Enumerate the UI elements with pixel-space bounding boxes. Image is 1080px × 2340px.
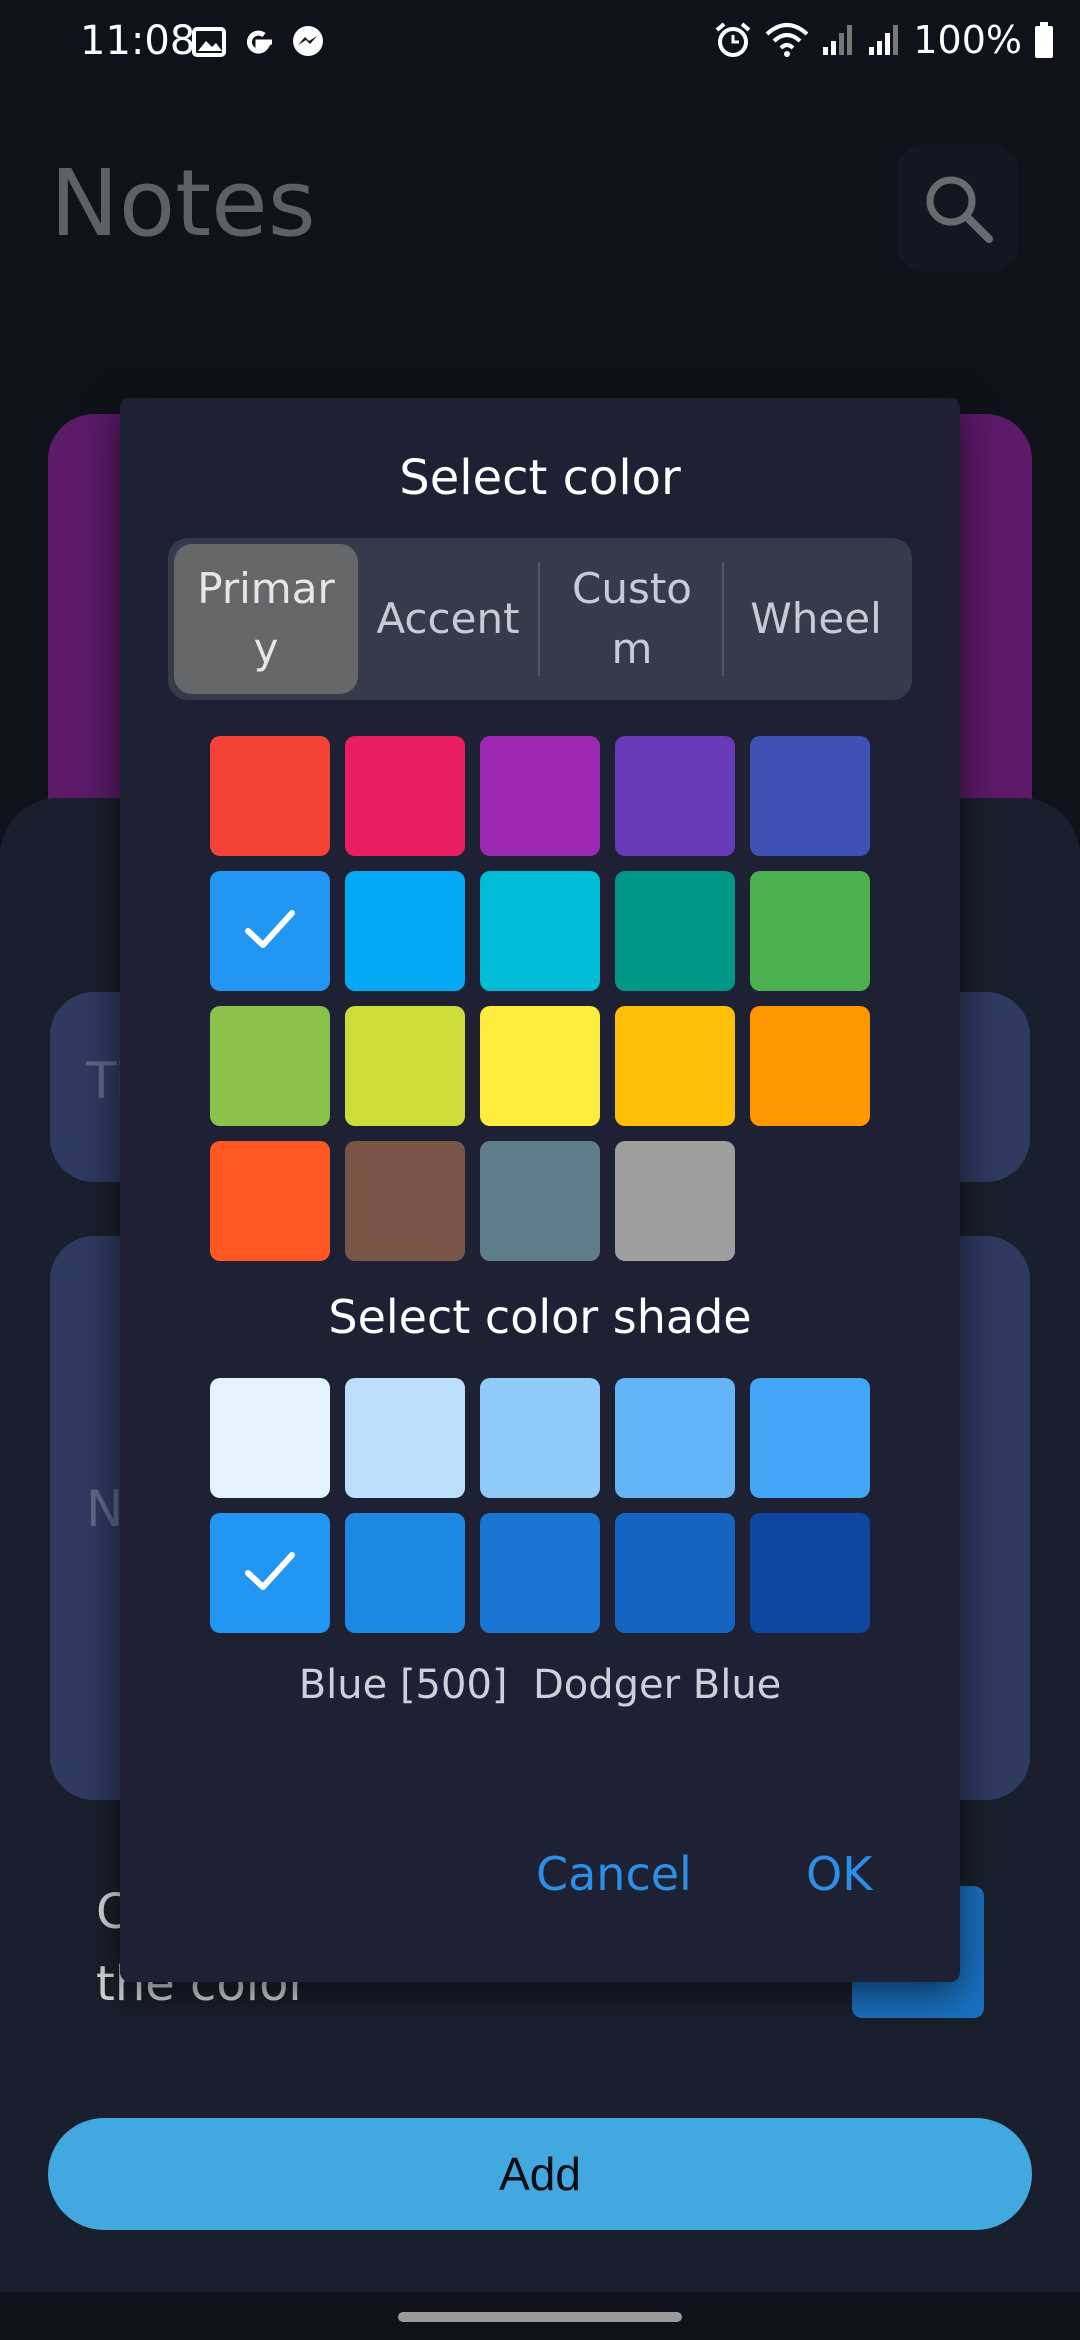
color-swatch[interactable] [210,871,330,991]
ok-button[interactable]: OK [800,1846,878,1902]
color-swatch[interactable] [750,1006,870,1126]
tab-accent[interactable]: Accent [356,544,540,694]
color-swatch[interactable] [345,1006,465,1126]
color-swatch[interactable] [480,871,600,991]
signal-icon-2 [869,25,899,55]
search-button[interactable] [898,144,1018,272]
wifi-icon [766,23,809,57]
system-icons: 100% [713,18,1054,62]
color-swatch[interactable] [615,871,735,991]
google-icon [247,30,272,54]
battery-icon [1035,22,1053,58]
gallery-icon [192,27,226,57]
shade-name-label: Blue [500] Dodger Blue [298,1662,782,1708]
shade-swatch[interactable] [750,1378,870,1498]
color-swatch[interactable] [480,1006,600,1126]
shade-swatch[interactable] [615,1378,735,1498]
dialog-title: Select color [399,450,681,506]
tab-wheel[interactable]: Wheel [724,544,908,694]
battery-percentage: 100% [913,18,1022,62]
shade-title: Select color shade [328,1290,752,1344]
color-swatch[interactable] [345,736,465,856]
status-time: 11:08 [80,18,196,64]
search-icon [926,176,993,243]
messenger-icon [293,26,323,56]
tab-custom[interactable]: Custo m [540,544,724,694]
shade-swatch[interactable] [615,1513,735,1633]
status-bar: 11:08 100% [0,0,1080,84]
color-swatch[interactable] [480,1141,600,1261]
signal-icon [823,25,853,55]
color-swatch[interactable] [345,871,465,991]
checkmark-icon [242,1543,298,1603]
alarm-icon [716,22,751,57]
color-picker-dialog: Select color Primar y Accent Custo m Whe… [120,398,960,1982]
notification-icons [192,24,326,60]
color-tabs: Primar y Accent Custo m Wheel [168,538,912,700]
shade-swatch[interactable] [210,1513,330,1633]
shade-swatch[interactable] [480,1378,600,1498]
shade-swatch[interactable] [345,1513,465,1633]
color-swatch[interactable] [750,736,870,856]
shade-swatch[interactable] [750,1513,870,1633]
add-button[interactable]: Add [48,2118,1032,2230]
color-swatch[interactable] [615,1141,735,1261]
checkmark-icon [242,901,298,961]
color-swatch[interactable] [615,736,735,856]
color-swatch[interactable] [345,1141,465,1261]
color-swatch[interactable] [750,871,870,991]
color-swatch[interactable] [210,736,330,856]
note-placeholder: N [86,1480,124,1538]
shade-swatch[interactable] [345,1378,465,1498]
color-swatch[interactable] [615,1006,735,1126]
shade-swatch[interactable] [210,1378,330,1498]
tab-primary[interactable]: Primar y [174,544,358,694]
navigation-handle[interactable] [398,2312,682,2322]
page-title: Notes [50,150,316,257]
color-swatch[interactable] [480,736,600,856]
color-swatch[interactable] [210,1006,330,1126]
shade-swatch[interactable] [480,1513,600,1633]
cancel-button[interactable]: Cancel [530,1846,698,1902]
color-swatch[interactable] [210,1141,330,1261]
